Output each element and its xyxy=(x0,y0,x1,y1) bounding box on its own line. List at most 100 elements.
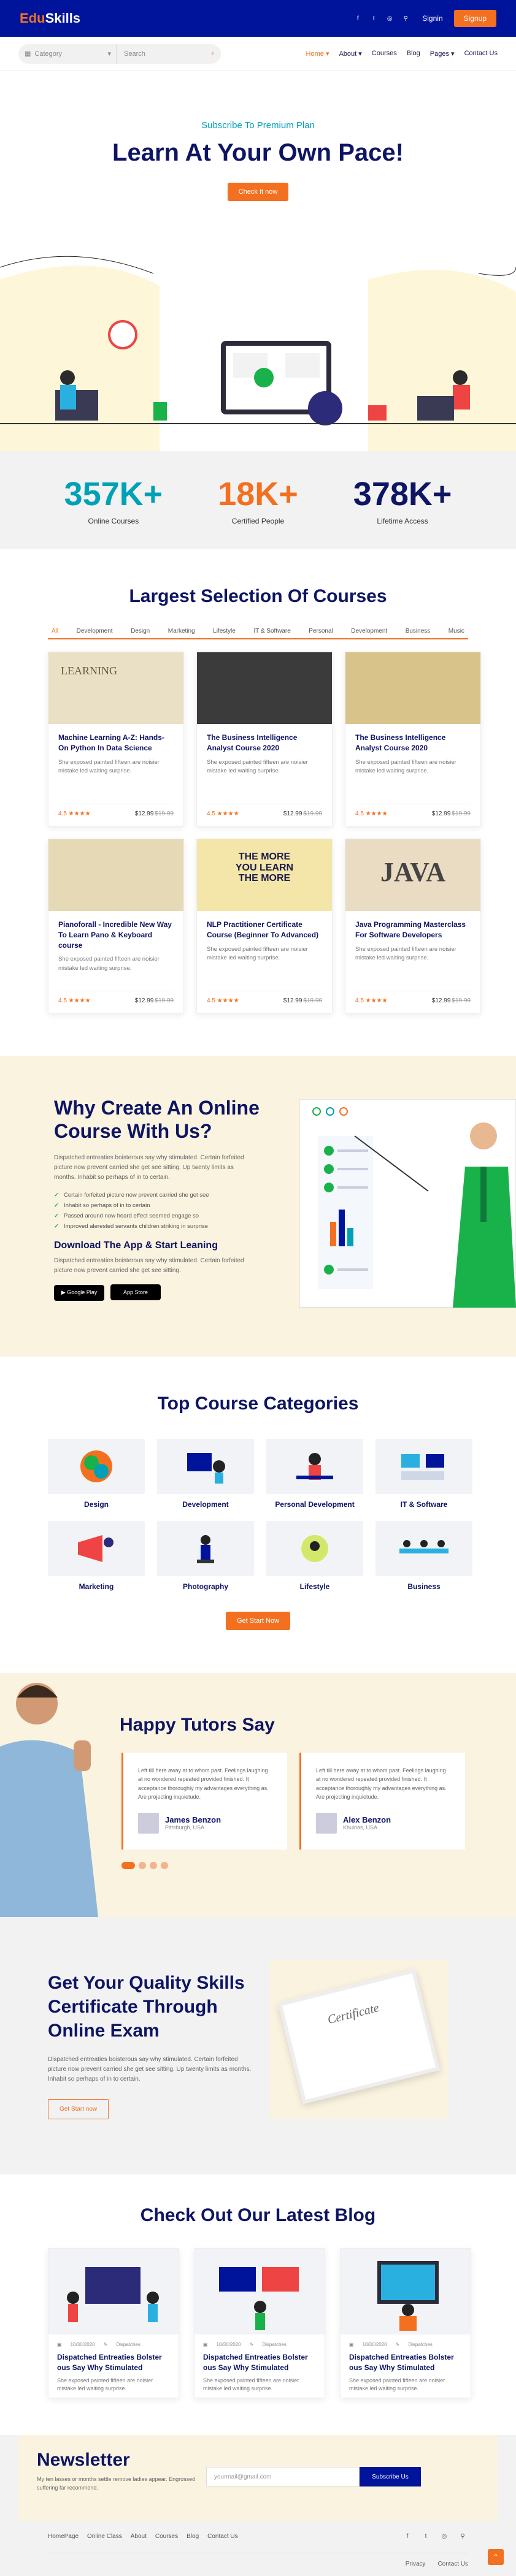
tutor-photo xyxy=(0,1683,98,1917)
footer-link-contact[interactable]: Contact Us xyxy=(207,2533,237,2540)
tab-lifestyle[interactable]: Lifestyle xyxy=(213,628,236,634)
twitter-icon[interactable]: t xyxy=(368,13,379,24)
tab-business[interactable]: Business xyxy=(406,628,431,634)
category-lifestyle[interactable]: Lifestyle xyxy=(266,1521,363,1591)
pinterest-icon[interactable]: ⚲ xyxy=(457,2531,468,2542)
blog-card[interactable]: ▣ 10/30/2020 ✎ Dispatches Dispatched Entreat… xyxy=(340,2248,471,2398)
nav-home[interactable]: Home ▾ xyxy=(306,50,329,58)
slider-dot[interactable] xyxy=(121,1862,135,1869)
slider-dot[interactable] xyxy=(139,1862,146,1869)
footer-link-blog[interactable]: Blog xyxy=(187,2533,199,2540)
footer-link-about[interactable]: About xyxy=(131,2533,147,2540)
get-start-now-button[interactable]: Get Start now xyxy=(48,2099,109,2119)
rating: 4.5 ★★★★ xyxy=(355,810,388,817)
hero-cta-button[interactable]: Check It now xyxy=(227,183,289,201)
pinterest-icon[interactable]: ⚲ xyxy=(400,13,411,24)
tab-marketing[interactable]: Marketing xyxy=(168,628,195,634)
tab-development[interactable]: Development xyxy=(77,628,113,634)
calendar-icon: ▣ xyxy=(349,2342,354,2347)
course-tabs: All Development Design Marketing Lifesty… xyxy=(48,628,468,639)
category-photography[interactable]: Photography xyxy=(157,1521,254,1591)
nav-courses[interactable]: Courses xyxy=(372,50,397,58)
top-bar: EduSkills f t ◎ ⚲ Signin Signup xyxy=(0,0,516,37)
category-select[interactable]: ▦ Category ▾ xyxy=(25,44,117,64)
contact-link[interactable]: Contact Us xyxy=(438,2561,468,2567)
signin-link[interactable]: Signin xyxy=(422,14,442,23)
rating: 4.5 ★★★★ xyxy=(207,810,239,817)
privacy-link[interactable]: Privacy xyxy=(406,2561,426,2567)
search-icon[interactable]: ⌕ xyxy=(211,50,215,58)
facebook-icon[interactable]: f xyxy=(352,13,363,24)
blog-section: Check Out Our Latest Blog ▣ 10/30/2020 ✎ Di… xyxy=(0,2174,516,2435)
footer-link-online-class[interactable]: Online Class xyxy=(87,2533,122,2540)
certificate-title: Get Your Quality Skills Certificate Thro… xyxy=(48,1973,245,2041)
nav-contact[interactable]: Contact Us xyxy=(464,50,498,58)
nav-about[interactable]: About ▾ xyxy=(339,50,361,58)
app-store-button[interactable]: App Store xyxy=(110,1284,161,1301)
newsletter-text: My ten lasses or months settle remove la… xyxy=(37,2476,196,2491)
course-card[interactable]: THE MORE YOU LEARN THE MORE NLP Practitio… xyxy=(196,839,333,1013)
course-thumbnail xyxy=(197,652,332,724)
search-input[interactable]: Search xyxy=(117,50,211,58)
category-image xyxy=(48,1521,145,1576)
course-thumbnail xyxy=(345,652,480,724)
rating: 4.5 ★★★★ xyxy=(355,997,388,1004)
footer-link-home[interactable]: HomePage xyxy=(48,2533,79,2540)
tab-design[interactable]: Design xyxy=(131,628,150,634)
scroll-top-button[interactable]: ⌃ xyxy=(488,2549,504,2565)
category-personal-development[interactable]: Personal Development xyxy=(266,1439,363,1509)
category-business[interactable]: Business xyxy=(375,1521,472,1591)
logo[interactable]: EduSkills xyxy=(20,10,80,26)
subscribe-button[interactable]: Subscribe Us xyxy=(360,2467,421,2486)
signup-button[interactable]: Signup xyxy=(453,10,496,27)
tutors-section: Happy Tutors Say Left till here away at … xyxy=(0,1673,516,1917)
category-development[interactable]: Development xyxy=(157,1439,254,1509)
course-card[interactable]: JAVA Java Programming Masterclass For Sof… xyxy=(345,839,481,1013)
avatar xyxy=(316,1812,337,1834)
course-thumbnail xyxy=(48,839,183,911)
blog-card[interactable]: ▣ 10/30/2020 ✎ Dispatches Dispatched Entreat… xyxy=(48,2248,179,2398)
rating: 4.5 ★★★★ xyxy=(58,997,91,1004)
email-input[interactable]: yourmail@gmail.com xyxy=(206,2467,360,2486)
hero-section: Subscribe To Premium Plan Learn At Your … xyxy=(0,71,516,451)
chevron-down-icon: ▾ xyxy=(107,50,111,58)
category-marketing[interactable]: Marketing xyxy=(48,1521,145,1591)
category-design[interactable]: Design xyxy=(48,1439,145,1509)
get-start-button[interactable]: Get Start Now xyxy=(225,1612,291,1630)
instagram-icon[interactable]: ◎ xyxy=(439,2531,450,2542)
google-play-button[interactable]: ▶ Google Play xyxy=(54,1284,104,1301)
tab-all[interactable]: All xyxy=(52,628,58,634)
tag-icon: ✎ xyxy=(249,2342,254,2347)
testimonial-card: Left till here away at to whom past. Fee… xyxy=(121,1753,287,1850)
twitter-icon[interactable]: t xyxy=(420,2531,431,2542)
category-image xyxy=(266,1521,363,1576)
avatar xyxy=(138,1812,159,1834)
download-text: Dispatched entreaties boisterous say why… xyxy=(54,1257,244,1275)
tab-it-software[interactable]: IT & Software xyxy=(253,628,290,634)
course-card[interactable]: The Business Intelligence Analyst Course… xyxy=(196,652,333,826)
blog-card[interactable]: ▣ 10/30/2020 ✎ Dispatches Dispatched Entreat… xyxy=(194,2248,325,2398)
footer-link-courses[interactable]: Courses xyxy=(155,2533,178,2540)
tag-icon: ✎ xyxy=(395,2342,400,2347)
course-thumbnail: THE MORE YOU LEARN THE MORE xyxy=(197,839,332,911)
course-card[interactable]: Pianoforall - Incredible New Way To Lear… xyxy=(48,839,184,1013)
nav-pages[interactable]: Pages ▾ xyxy=(430,50,455,58)
course-card[interactable]: LEARNING Machine Learning A-Z: Hands-On P… xyxy=(48,652,184,826)
instagram-icon[interactable]: ◎ xyxy=(384,13,395,24)
course-thumbnail: LEARNING xyxy=(48,652,183,724)
categories-section: Top Course Categories Design Development… xyxy=(0,1357,516,1673)
tab-music[interactable]: Music xyxy=(449,628,464,634)
newsletter-section: Newsletter My ten lasses or months settl… xyxy=(18,2435,498,2521)
course-card[interactable]: The Business Intelligence Analyst Course… xyxy=(345,652,481,826)
facebook-icon[interactable]: f xyxy=(402,2531,413,2542)
calendar-icon: ▣ xyxy=(203,2342,208,2347)
tab-personal[interactable]: Personal xyxy=(309,628,333,634)
slider-dot[interactable] xyxy=(161,1862,168,1869)
slider-dots xyxy=(121,1862,168,1869)
slider-dot[interactable] xyxy=(150,1862,157,1869)
why-title: Why Create An Online Course With Us? xyxy=(54,1097,260,1143)
tab-development-2[interactable]: Development xyxy=(351,628,387,634)
nav-blog[interactable]: Blog xyxy=(407,50,420,58)
category-it-software[interactable]: IT & Software xyxy=(375,1439,472,1509)
grid-icon: ▦ xyxy=(25,50,31,58)
